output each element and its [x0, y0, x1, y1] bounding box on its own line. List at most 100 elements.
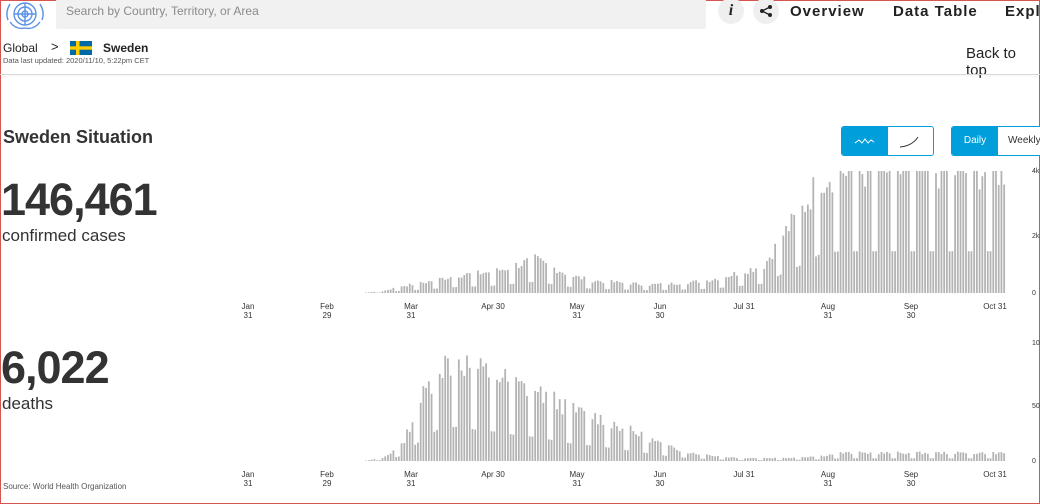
cases-bar[interactable]: [935, 173, 937, 293]
cases-bar[interactable]: [716, 280, 719, 293]
deaths-bar[interactable]: [621, 428, 624, 461]
cases-bar[interactable]: [782, 235, 785, 293]
deaths-bar[interactable]: [771, 458, 774, 461]
deaths-bar[interactable]: [918, 451, 921, 461]
deaths-bar[interactable]: [965, 453, 967, 461]
deaths-bar[interactable]: [597, 424, 599, 461]
deaths-bar[interactable]: [796, 459, 798, 461]
deaths-bar[interactable]: [610, 428, 613, 461]
cases-bar[interactable]: [929, 251, 932, 293]
deaths-bar[interactable]: [670, 445, 673, 461]
deaths-bar[interactable]: [624, 449, 627, 461]
deaths-bar[interactable]: [943, 451, 946, 461]
deaths-bar[interactable]: [490, 431, 493, 461]
deaths-bar[interactable]: [692, 452, 695, 461]
cases-bar[interactable]: [457, 277, 460, 293]
cases-bar[interactable]: [517, 268, 520, 293]
deaths-bar[interactable]: [861, 452, 864, 461]
deaths-bar[interactable]: [706, 454, 708, 461]
cases-bar[interactable]: [954, 175, 956, 293]
cases-bar[interactable]: [1000, 171, 1003, 293]
deaths-bar[interactable]: [452, 427, 455, 461]
deaths-bar[interactable]: [537, 392, 539, 461]
cases-bar[interactable]: [910, 251, 913, 293]
cases-bar[interactable]: [719, 287, 722, 293]
cases-bar[interactable]: [809, 209, 812, 293]
cases-bar[interactable]: [798, 265, 801, 293]
deaths-bar[interactable]: [567, 442, 569, 461]
deaths-bar[interactable]: [708, 455, 711, 461]
deaths-bar[interactable]: [929, 458, 932, 461]
deaths-bar[interactable]: [632, 431, 635, 461]
deaths-bar[interactable]: [907, 452, 910, 461]
cases-bar[interactable]: [597, 280, 599, 293]
cases-bar[interactable]: [373, 291, 376, 293]
cases-bar[interactable]: [1003, 184, 1006, 293]
cases-bar[interactable]: [733, 272, 736, 293]
cases-bar[interactable]: [785, 226, 787, 293]
cases-bar[interactable]: [856, 251, 858, 293]
cases-bar[interactable]: [425, 283, 427, 293]
deaths-bar[interactable]: [845, 452, 847, 461]
deaths-bar[interactable]: [447, 358, 449, 461]
cases-bar[interactable]: [534, 254, 537, 293]
cases-bar[interactable]: [627, 289, 629, 293]
deaths-bar[interactable]: [466, 355, 468, 461]
deaths-bar[interactable]: [588, 445, 591, 461]
cases-bar[interactable]: [485, 272, 487, 293]
cases-bar[interactable]: [703, 288, 706, 293]
deaths-bar[interactable]: [932, 458, 935, 461]
deaths-bar[interactable]: [776, 459, 779, 461]
cases-bar[interactable]: [828, 181, 831, 293]
deaths-bar[interactable]: [474, 429, 477, 461]
deaths-bar[interactable]: [496, 379, 498, 461]
deaths-bar[interactable]: [984, 454, 986, 461]
deaths-bar[interactable]: [760, 459, 763, 461]
deaths-bar[interactable]: [741, 459, 744, 461]
deaths-bar[interactable]: [695, 454, 697, 461]
cases-bar[interactable]: [659, 283, 662, 293]
cases-bar[interactable]: [496, 268, 498, 293]
deaths-bar[interactable]: [727, 457, 730, 461]
cases-bar[interactable]: [760, 283, 763, 293]
deaths-bar[interactable]: [826, 455, 828, 461]
deaths-bar[interactable]: [959, 452, 962, 461]
deaths-bar[interactable]: [700, 458, 703, 461]
cases-bar[interactable]: [539, 258, 542, 293]
cases-bar[interactable]: [605, 289, 607, 293]
cases-bar[interactable]: [640, 285, 643, 293]
cases-bar[interactable]: [766, 261, 768, 293]
deaths-bar[interactable]: [866, 453, 869, 461]
cases-bar[interactable]: [817, 254, 820, 293]
deaths-bar[interactable]: [381, 457, 384, 461]
cases-bar[interactable]: [460, 277, 463, 293]
deaths-bar[interactable]: [992, 451, 995, 461]
cases-bar[interactable]: [853, 251, 856, 293]
cases-bar[interactable]: [965, 173, 967, 293]
cases-bar[interactable]: [831, 192, 834, 293]
deaths-bar[interactable]: [618, 430, 621, 461]
cases-bar[interactable]: [406, 286, 408, 293]
deaths-bar[interactable]: [755, 458, 757, 461]
cases-bar[interactable]: [414, 289, 417, 293]
deaths-bar[interactable]: [956, 451, 959, 461]
cases-bar[interactable]: [558, 271, 561, 293]
deaths-bar[interactable]: [572, 402, 575, 461]
deaths-bar[interactable]: [856, 458, 858, 461]
deaths-bar[interactable]: [820, 455, 823, 461]
cases-bar[interactable]: [545, 263, 547, 293]
deaths-bar[interactable]: [471, 429, 474, 461]
deaths-bar[interactable]: [815, 459, 817, 461]
deaths-bar[interactable]: [376, 460, 378, 461]
cases-bar[interactable]: [943, 171, 946, 293]
deaths-bar[interactable]: [801, 457, 804, 461]
cases-bar[interactable]: [564, 274, 567, 293]
deaths-bar[interactable]: [686, 453, 689, 461]
deaths-bar[interactable]: [665, 455, 667, 461]
cases-bar[interactable]: [588, 288, 591, 293]
deaths-bar[interactable]: [935, 452, 937, 461]
deaths-bar[interactable]: [384, 456, 387, 461]
deaths-bar[interactable]: [978, 452, 981, 461]
cases-bar[interactable]: [411, 285, 414, 293]
cases-bar[interactable]: [741, 285, 744, 293]
